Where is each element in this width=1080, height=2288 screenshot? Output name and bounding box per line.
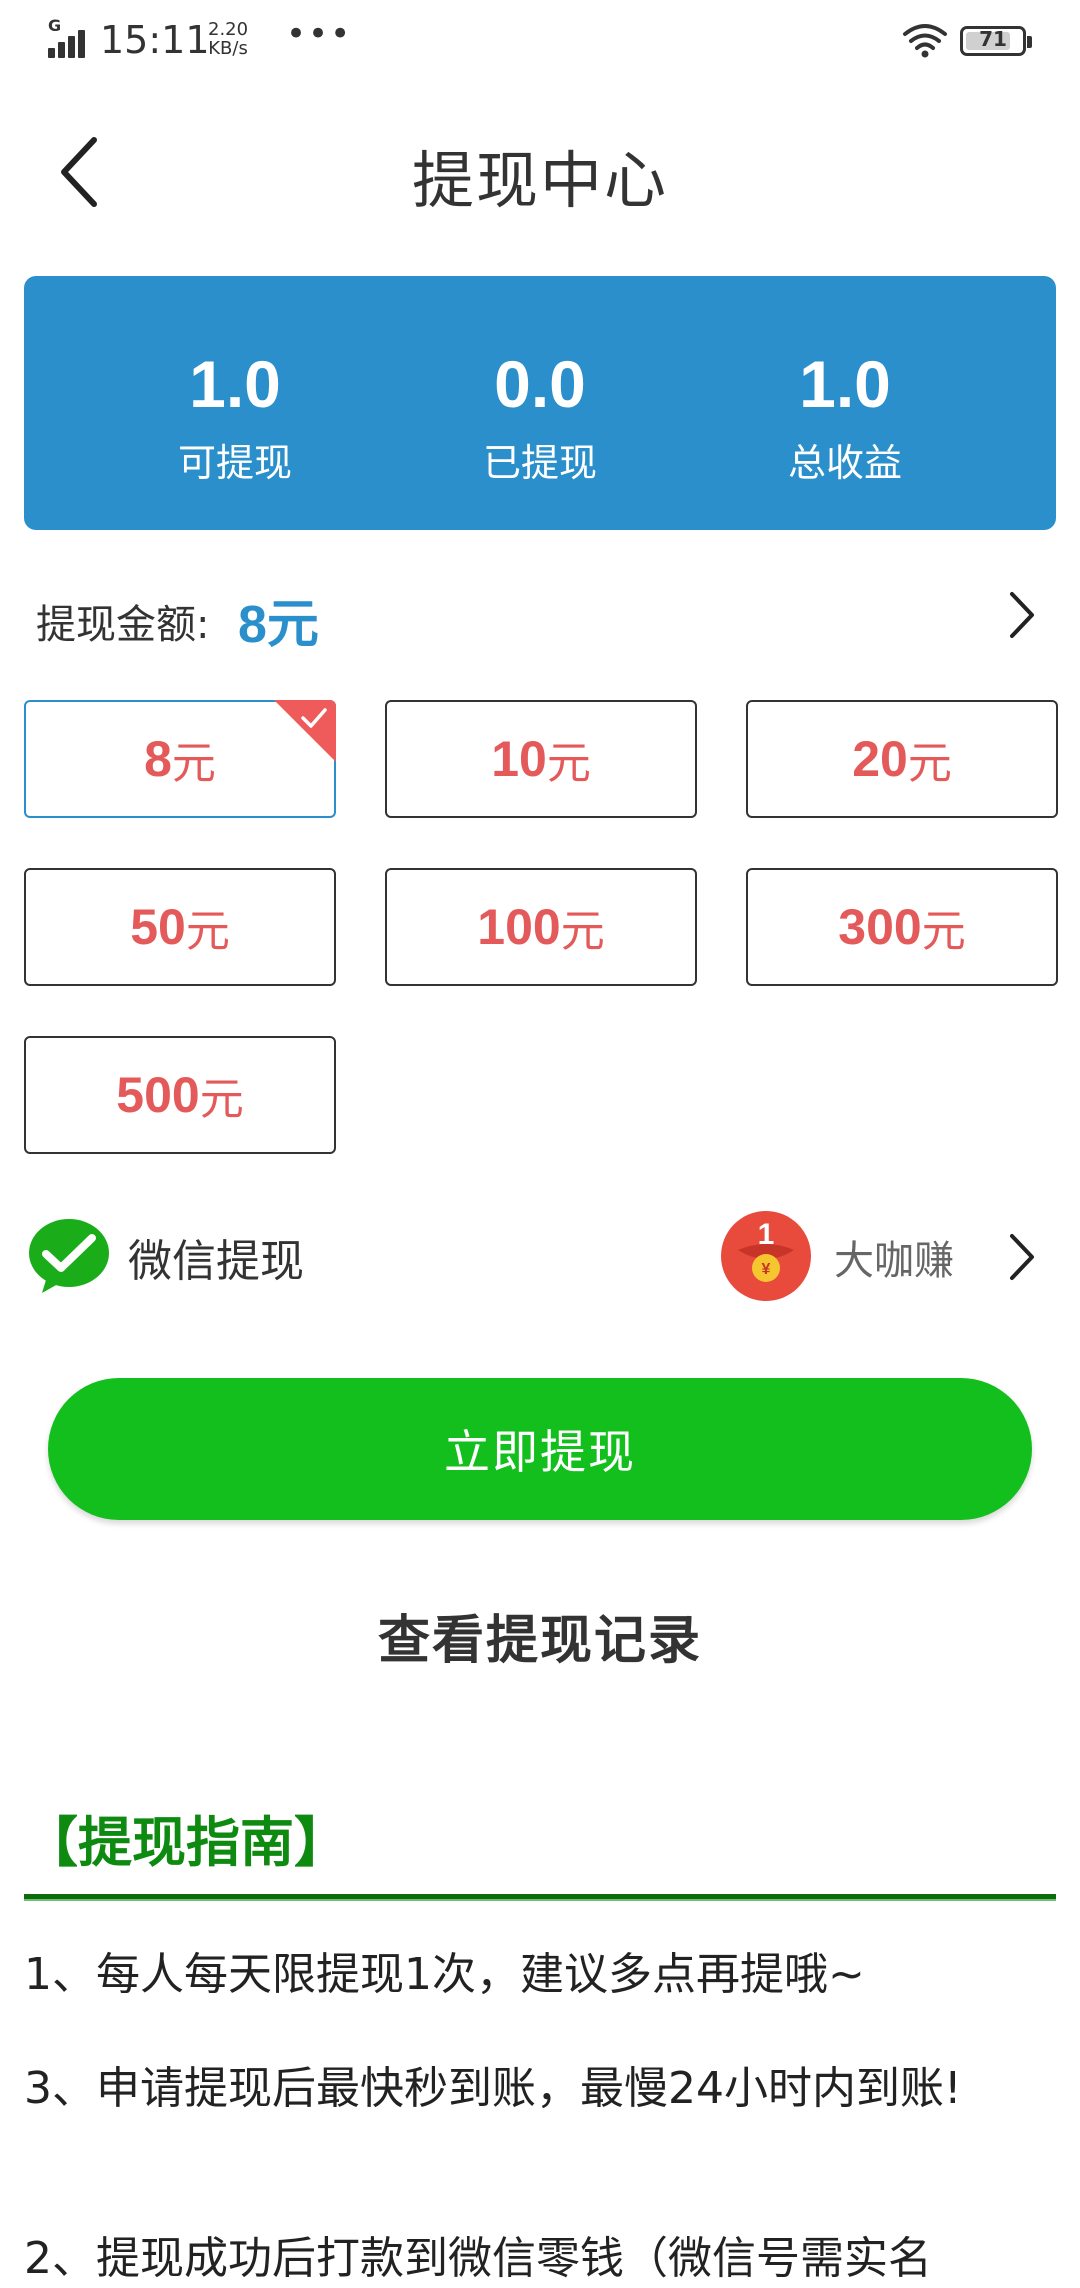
stat-total-income: 1.0 总收益	[680, 276, 1010, 530]
earnings-summary-card: 1.0 可提现 0.0 已提现 1.0 总收益	[24, 276, 1056, 530]
guide-item: 3、申请提现后最快秒到账，最慢24小时内到账!	[24, 2063, 962, 2114]
amount-option-10[interactable]: 10 元	[385, 700, 697, 818]
check-icon	[301, 708, 327, 728]
stat-withdrawable: 1.0 可提现	[70, 276, 400, 530]
stat-withdrawn: 0.0 已提现	[375, 276, 705, 530]
guide-item: 1、每人每天限提现1次，建议多点再提哦~	[24, 1949, 865, 2000]
chevron-right-icon[interactable]	[1006, 590, 1036, 640]
battery-level: 71	[979, 27, 1007, 51]
clock: 15:11	[100, 18, 210, 62]
wifi-icon	[903, 24, 947, 58]
amount-option-8[interactable]: 8元	[24, 700, 336, 818]
amount-option-500[interactable]: 500 元	[24, 1036, 336, 1154]
stat-label: 可提现	[177, 441, 292, 485]
wechat-icon	[29, 1219, 109, 1293]
amount-option-300[interactable]: 300 元	[746, 868, 1058, 986]
guide-title: 【提现指南】	[24, 1811, 348, 1874]
guide-item: 2、提现成功后打款到微信零钱（微信号需实名	[24, 2233, 932, 2284]
stat-value: 0.0	[494, 347, 586, 421]
network-speed: 2.20 KB/s	[208, 19, 249, 59]
payment-method-label: 微信提现	[128, 1236, 304, 1287]
chevron-right-icon[interactable]	[1006, 1232, 1036, 1282]
signal-icon: G	[46, 16, 88, 58]
network-type: G	[48, 16, 62, 35]
page-title: 提现中心	[411, 144, 668, 217]
more-notifications-icon: •••	[286, 14, 353, 54]
view-withdraw-records-link[interactable]: 查看提现记录	[0, 1598, 1080, 1673]
guide-divider-shadow	[24, 1899, 1056, 1901]
status-bar: G 15:11 2.20 KB/s ••• 71	[0, 0, 1080, 84]
stat-value: 1.0	[189, 347, 281, 421]
amount-option-100[interactable]: 100 元	[385, 868, 697, 986]
amount-option-50[interactable]: 50 元	[24, 868, 336, 986]
amount-label: 提现金额:	[36, 602, 210, 648]
red-envelope-icon: ¥ 1	[721, 1211, 811, 1301]
app-account-icon[interactable]: ¥ 1	[720, 1210, 812, 1302]
stat-label: 总收益	[787, 441, 902, 485]
battery-icon: 71	[960, 26, 1032, 56]
amount-value: 8元	[238, 596, 319, 654]
stat-label: 已提现	[482, 441, 597, 485]
app-name-label: 大咖赚	[834, 1238, 954, 1284]
stat-value: 1.0	[799, 347, 891, 421]
withdraw-now-button[interactable]: 立即提现	[48, 1378, 1032, 1520]
svg-text:1: 1	[758, 1218, 775, 1251]
amount-option-20[interactable]: 20 元	[746, 700, 1058, 818]
svg-text:¥: ¥	[762, 1261, 771, 1278]
